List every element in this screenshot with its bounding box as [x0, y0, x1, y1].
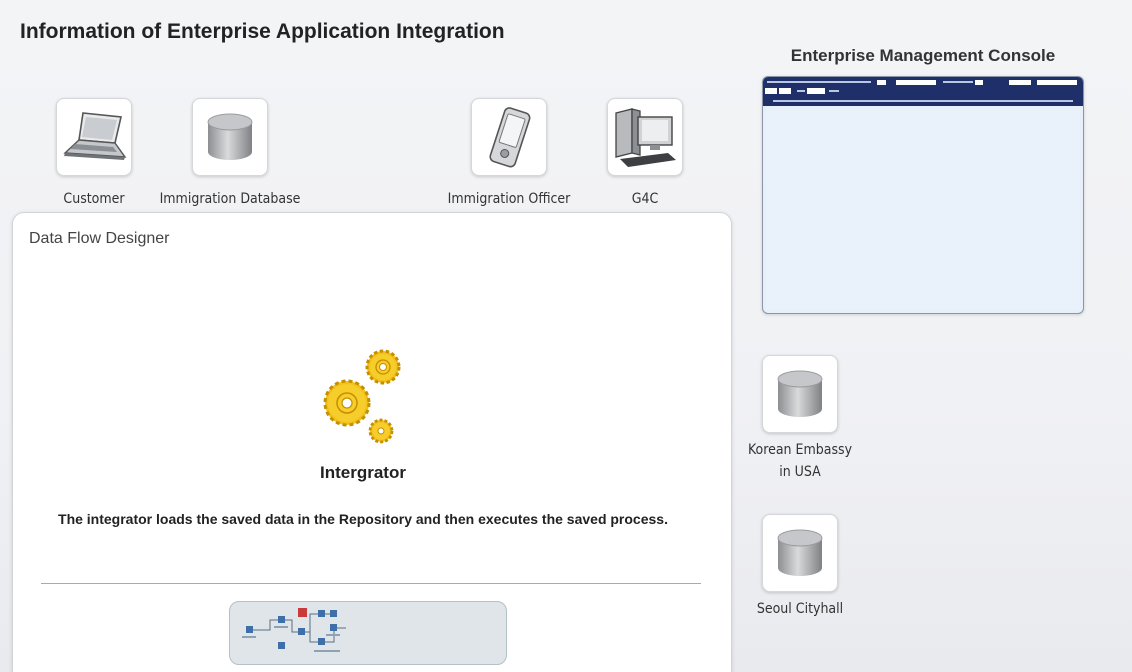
enterprise-management-console[interactable] — [762, 76, 1084, 314]
node-g4c[interactable]: G4C — [600, 98, 690, 210]
data-flow-designer-panel: Data Flow Designer Intergrator The integ… — [12, 212, 732, 672]
immigration-database-tile[interactable] — [192, 98, 268, 176]
korean-embassy-label: Korean Embassy in USA — [747, 442, 853, 480]
integrator-label: Intergrator — [320, 463, 406, 482]
node-customer[interactable]: Customer — [52, 98, 136, 210]
node-immigration-officer[interactable]: Immigration Officer — [440, 98, 578, 210]
integrator-description: The integrator loads the saved data in t… — [58, 511, 668, 527]
node-immigration-database[interactable]: Immigration Database — [150, 98, 310, 210]
console-title: Enterprise Management Console — [790, 46, 1056, 65]
console-content — [766, 106, 1080, 310]
immigration-officer-tile[interactable] — [471, 98, 547, 176]
g4c-tile[interactable] — [607, 98, 683, 176]
desktop-computer-icon — [615, 108, 676, 167]
seoul-cityhall-label: Seoul Cityhall — [756, 601, 844, 617]
customer-label: Customer — [63, 191, 125, 207]
node-korean-embassy[interactable]: Korean Embassy in USA — [740, 355, 860, 483]
seoul-cityhall-tile[interactable] — [762, 514, 838, 592]
console-toolbar — [763, 77, 1083, 106]
divider — [41, 583, 701, 584]
customer-tile[interactable] — [56, 98, 132, 176]
database-icon — [777, 529, 823, 576]
gears-icon — [315, 341, 427, 458]
node-seoul-cityhall[interactable]: Seoul Cityhall — [740, 514, 860, 620]
page-title: Information of Enterprise Application In… — [20, 20, 505, 43]
laptop-icon — [63, 112, 127, 160]
flow-diagram-icon — [242, 608, 346, 652]
g4c-label: G4C — [631, 191, 659, 207]
immigration-officer-label: Immigration Officer — [447, 191, 571, 207]
flow-diagram-thumbnail[interactable] — [229, 601, 507, 665]
designer-title: Data Flow Designer — [29, 230, 170, 247]
pda-icon — [489, 107, 531, 168]
database-icon — [777, 370, 823, 417]
immigration-database-label: Immigration Database — [159, 191, 301, 207]
database-icon — [207, 113, 253, 160]
korean-embassy-tile[interactable] — [762, 355, 838, 433]
